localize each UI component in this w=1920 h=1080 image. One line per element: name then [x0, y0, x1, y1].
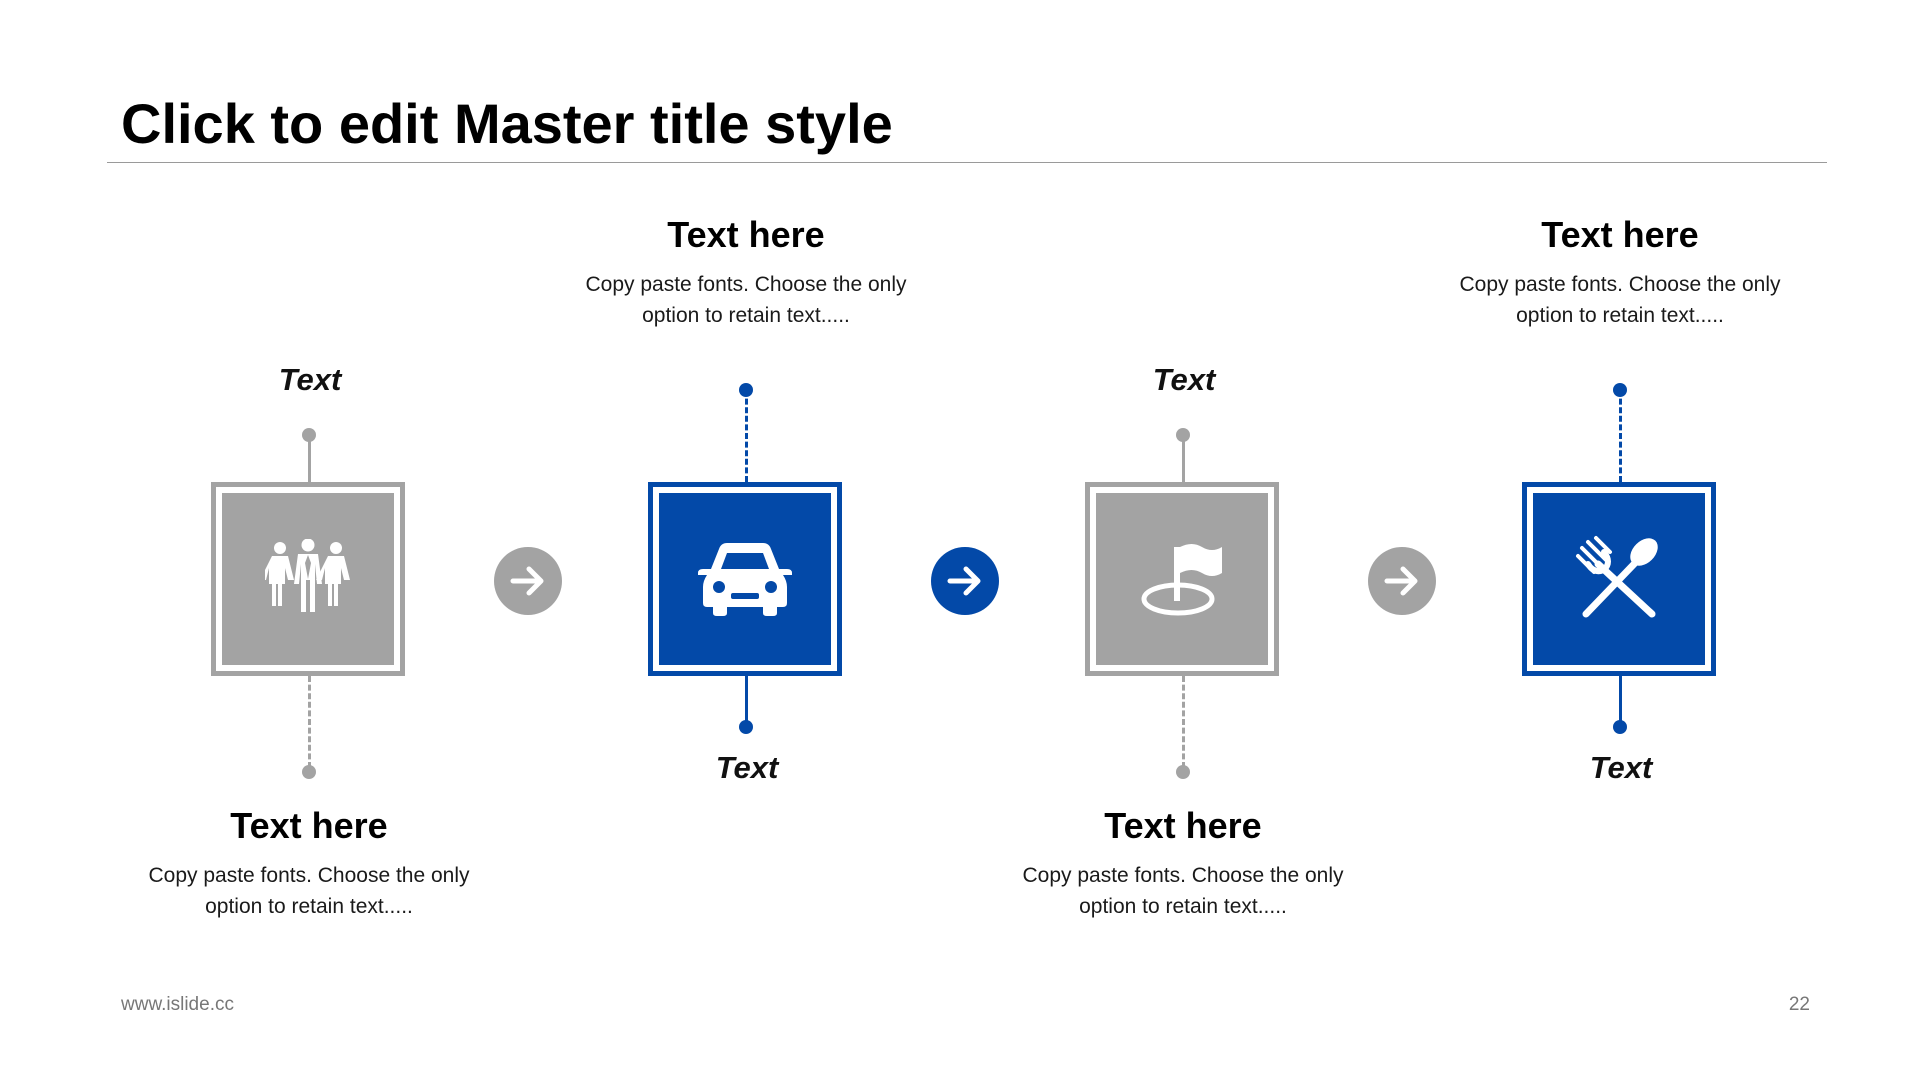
- step-3-label[interactable]: Text: [1074, 362, 1294, 398]
- arrow-right-icon: [510, 566, 544, 596]
- connector-line: [1182, 435, 1185, 482]
- connector-dot: [739, 720, 753, 734]
- step-arrow-1: [494, 547, 562, 615]
- arrow-right-icon: [1384, 566, 1418, 596]
- title-divider: [107, 162, 1827, 163]
- arrow-right-icon: [947, 566, 981, 596]
- step-3-box-fill: [1096, 493, 1268, 665]
- fork-spoon-icon: [1576, 536, 1658, 618]
- connector-dot: [1613, 720, 1627, 734]
- connector-line: [745, 676, 748, 723]
- step-4-text-block: Text here Copy paste fonts. Choose the o…: [1410, 213, 1830, 331]
- car-icon: [698, 543, 792, 616]
- step-3-box[interactable]: [1085, 482, 1279, 676]
- step-2-heading[interactable]: Text here: [536, 213, 956, 257]
- slide-title[interactable]: Click to edit Master title style: [121, 90, 893, 158]
- connector-line-dashed: [745, 390, 748, 482]
- page-number: 22: [1788, 994, 1810, 1015]
- step-1-desc-line-1[interactable]: Copy paste fonts. Choose the only: [99, 860, 519, 891]
- connector-dot: [302, 765, 316, 779]
- step-3-desc-line-1[interactable]: Copy paste fonts. Choose the only: [973, 860, 1393, 891]
- step-2-desc-line-2[interactable]: option to retain text.....: [536, 300, 956, 331]
- step-4-heading[interactable]: Text here: [1410, 213, 1830, 257]
- step-2-desc-line-1[interactable]: Copy paste fonts. Choose the only: [536, 269, 956, 300]
- step-1-box-fill: [222, 493, 394, 665]
- step-2-box[interactable]: [648, 482, 842, 676]
- step-arrow-3: [1368, 547, 1436, 615]
- step-1-desc-line-2[interactable]: option to retain text.....: [99, 891, 519, 922]
- step-3-text-block: Text here Copy paste fonts. Choose the o…: [973, 804, 1393, 922]
- step-4-desc-line-2[interactable]: option to retain text.....: [1410, 300, 1830, 331]
- flag-location-icon: [1141, 544, 1222, 616]
- step-1-box[interactable]: [211, 482, 405, 676]
- step-4-desc-line-1[interactable]: Copy paste fonts. Choose the only: [1410, 269, 1830, 300]
- step-arrow-2: [931, 547, 999, 615]
- step-3-heading[interactable]: Text here: [973, 804, 1393, 848]
- step-4-label[interactable]: Text: [1511, 750, 1731, 786]
- connector-line-dashed: [1619, 390, 1622, 482]
- people-group-icon: [265, 539, 350, 612]
- connector-dot: [1176, 765, 1190, 779]
- step-3-desc-line-2[interactable]: option to retain text.....: [973, 891, 1393, 922]
- step-4-box-fill: [1533, 493, 1705, 665]
- connector-line: [1619, 676, 1622, 723]
- step-1-label[interactable]: Text: [200, 362, 420, 398]
- connector-line-dashed: [308, 676, 311, 768]
- step-2-box-fill: [659, 493, 831, 665]
- step-2-label[interactable]: Text: [637, 750, 857, 786]
- footer-url: www.islide.cc: [121, 994, 234, 1015]
- connector-line-dashed: [1182, 676, 1185, 768]
- connector-line: [308, 435, 311, 482]
- step-2-text-block: Text here Copy paste fonts. Choose the o…: [536, 213, 956, 331]
- step-1-heading[interactable]: Text here: [99, 804, 519, 848]
- step-4-box[interactable]: [1522, 482, 1716, 676]
- step-1-text-block: Text here Copy paste fonts. Choose the o…: [99, 804, 519, 922]
